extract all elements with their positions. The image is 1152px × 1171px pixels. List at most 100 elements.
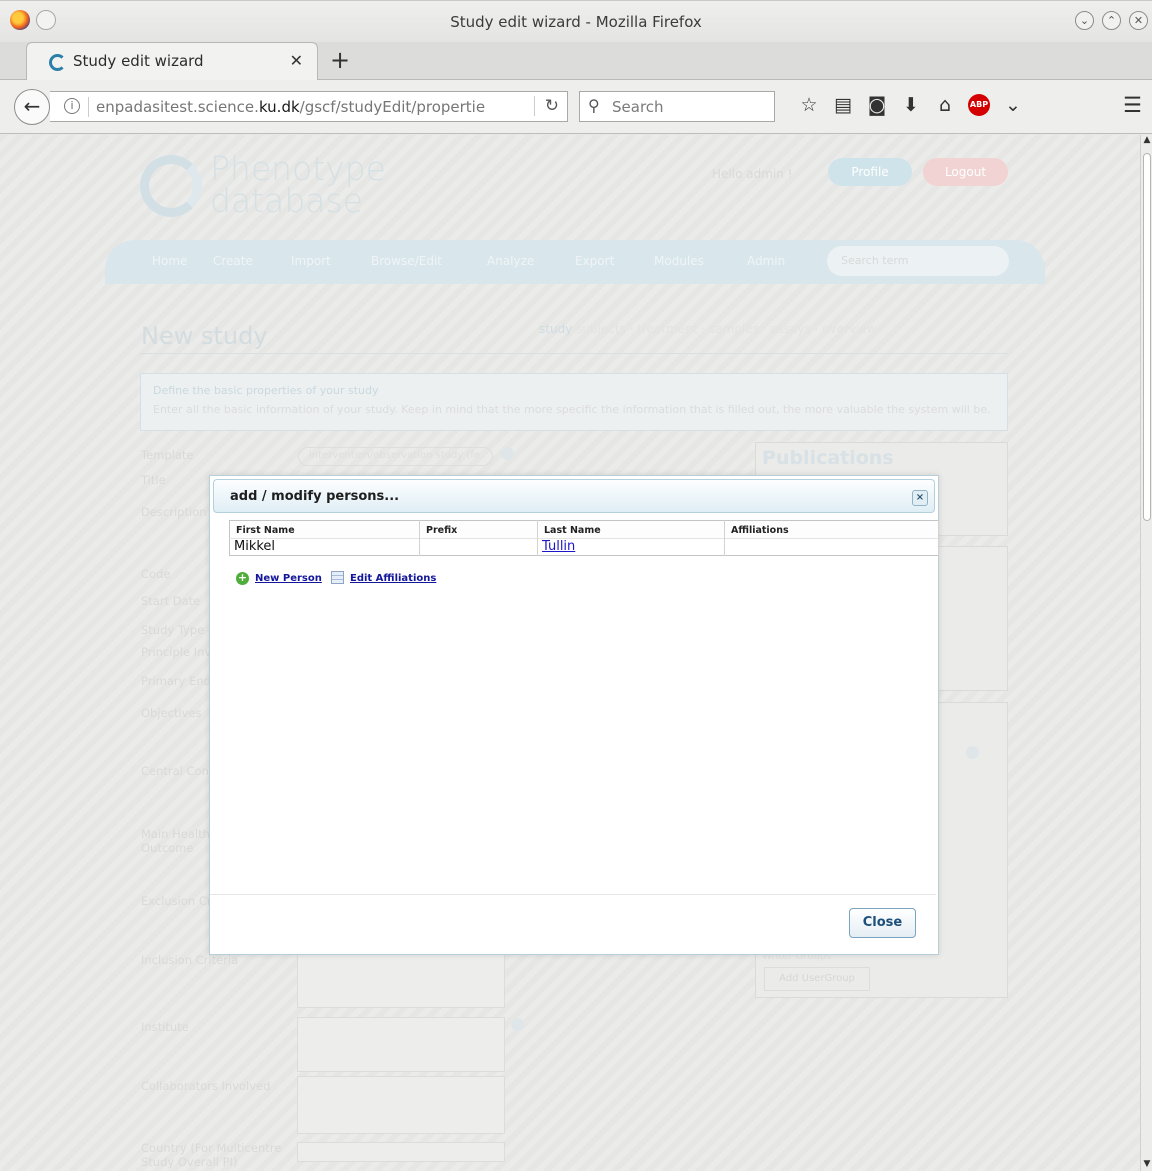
- label-objectives: Objectives: [141, 706, 202, 720]
- bookmark-star-icon[interactable]: ☆: [792, 94, 826, 116]
- collaborators-field[interactable]: [297, 1076, 505, 1134]
- table-row[interactable]: Mikkel Tullin: [229, 538, 939, 556]
- table-header-row: First Name Prefix Last Name Affiliations: [229, 520, 939, 539]
- groups-help-icon[interactable]: [966, 746, 979, 759]
- home-icon[interactable]: ⌂: [928, 94, 962, 116]
- search-placeholder: Search: [612, 98, 664, 116]
- label-start-date: Start Date: [141, 594, 201, 608]
- nav-item-import[interactable]: Import: [291, 254, 331, 268]
- navigation-toolbar: i enpadasitest.science.ku.dk/gscf/studyE…: [0, 80, 1152, 134]
- nav-item-home[interactable]: Home: [152, 254, 187, 268]
- page-scrollbar[interactable]: ▲ ▼: [1140, 135, 1152, 1171]
- back-button[interactable]: ←: [14, 89, 50, 125]
- info-text: Enter all the basic information of your …: [153, 403, 991, 416]
- tab-close-icon[interactable]: ✕: [290, 51, 303, 70]
- column-affiliations[interactable]: Affiliations: [724, 520, 939, 539]
- minimize-icon[interactable]: ⌄: [1075, 11, 1094, 30]
- site-search-input[interactable]: Search term: [827, 246, 1009, 276]
- window-controls: ⌄ ⌃ ✕: [1075, 11, 1148, 30]
- label-collaborators: Collaborators Involved: [141, 1079, 271, 1093]
- main-health-line-2: Outcome: [141, 841, 194, 855]
- nav-item-analyze[interactable]: Analyze: [487, 254, 534, 268]
- label-title: Title: [141, 473, 166, 487]
- label-template: Template: [141, 448, 194, 462]
- search-icon: ⚲: [588, 96, 600, 115]
- info-box: Define the basic properties of your stud…: [140, 373, 1008, 431]
- profile-button[interactable]: Profile: [828, 158, 912, 186]
- main-health-line-1: Main Health: [141, 827, 210, 841]
- nav-item-export[interactable]: Export: [575, 254, 614, 268]
- tab-study-edit-wizard[interactable]: Study edit wizard ✕: [26, 42, 318, 80]
- window-title: Study edit wizard - Mozilla Firefox: [450, 13, 702, 31]
- label-institute: Institute: [141, 1020, 189, 1034]
- url-separator: [88, 97, 89, 117]
- country-field[interactable]: [297, 1142, 505, 1162]
- main-navigation: Home Create Import Browse/Edit Analyze E…: [105, 240, 1045, 284]
- wizard-steps: study subjects · treatment · samples · a…: [539, 322, 877, 336]
- page-viewport: Phenotype database Hello admin ! Profile…: [0, 135, 1140, 1171]
- adblock-dropdown-icon[interactable]: ⌄: [996, 94, 1030, 116]
- label-code: Code: [141, 567, 171, 581]
- url-text[interactable]: enpadasitest.science.ku.dk/gscf/studyEdi…: [96, 98, 485, 116]
- label-exclusion-criteria: Exclusion Cr: [141, 894, 212, 908]
- close-button[interactable]: Close: [849, 908, 916, 938]
- column-first-name[interactable]: First Name: [229, 520, 420, 539]
- step-rest[interactable]: subjects · treatment · samples · assays …: [576, 322, 877, 336]
- label-study-type: Study Type: [141, 623, 205, 637]
- logout-button[interactable]: Logout: [923, 158, 1008, 186]
- add-person-icon[interactable]: +: [236, 572, 249, 585]
- persons-dialog: add / modify persons... × First Name Pre…: [209, 475, 939, 955]
- edit-affiliations-link[interactable]: Edit Affiliations: [350, 573, 436, 584]
- cell-first-name: Mikkel: [229, 538, 420, 556]
- label-inclusion-criteria: Inclusion Criteria: [141, 953, 239, 967]
- nav-item-create[interactable]: Create: [213, 254, 253, 268]
- hamburger-menu-icon[interactable]: ☰: [1123, 93, 1142, 117]
- bookmarks-library-icon[interactable]: ▤: [826, 94, 860, 116]
- column-last-name[interactable]: Last Name: [537, 520, 725, 539]
- persons-table: First Name Prefix Last Name Affiliations…: [229, 520, 939, 556]
- phenotype-logo-icon: [140, 155, 202, 217]
- site-info-icon[interactable]: i: [64, 98, 80, 114]
- label-country: Country (For Multicentre Study Overall P…: [141, 1141, 281, 1169]
- add-usergroup-button[interactable]: Add UserGroup: [764, 967, 870, 991]
- logo-line-2: database: [210, 181, 363, 220]
- scroll-up-icon[interactable]: ▲: [1141, 135, 1152, 145]
- scroll-down-icon[interactable]: ▼: [1141, 1159, 1152, 1169]
- scrollbar-thumb[interactable]: [1143, 153, 1151, 521]
- url-bar[interactable]: i enpadasitest.science.ku.dk/gscf/studyE…: [50, 91, 568, 122]
- site-favicon-icon: [49, 54, 66, 71]
- info-title: Define the basic properties of your stud…: [153, 384, 379, 397]
- label-central-concept: Central Con: [141, 764, 209, 778]
- new-person-link[interactable]: New Person: [255, 573, 322, 584]
- affiliations-table-icon[interactable]: [331, 571, 344, 584]
- publications-title: Publications: [762, 447, 894, 469]
- downloads-icon[interactable]: ⬇: [894, 94, 928, 116]
- column-prefix[interactable]: Prefix: [419, 520, 538, 539]
- pocket-icon[interactable]: ◙: [860, 94, 894, 116]
- window-titlebar: Study edit wizard - Mozilla Firefox ⌄ ⌃ …: [0, 0, 1152, 42]
- country-line-1: Country (For Multicentre: [141, 1141, 282, 1155]
- reload-icon[interactable]: ↻: [533, 96, 559, 116]
- dialog-footer-divider: [210, 894, 936, 895]
- country-line-2: Study Overall PI): [141, 1155, 238, 1169]
- heading-divider: [140, 353, 1008, 354]
- label-description: Description: [141, 505, 207, 519]
- maximize-icon[interactable]: ⌃: [1102, 11, 1121, 30]
- nav-item-admin[interactable]: Admin: [747, 254, 785, 268]
- person-link[interactable]: Tullin: [542, 539, 575, 554]
- adblock-plus-icon[interactable]: ABP: [968, 94, 990, 116]
- site-logo-text: Phenotype database: [210, 152, 386, 220]
- dialog-close-icon[interactable]: ×: [912, 490, 928, 506]
- close-window-icon[interactable]: ✕: [1129, 11, 1148, 30]
- nav-item-browse-edit[interactable]: Browse/Edit: [371, 254, 442, 268]
- inclusion-criteria-field[interactable]: [297, 950, 505, 1008]
- institute-help-icon[interactable]: [511, 1018, 524, 1031]
- search-bar[interactable]: ⚲ Search: [579, 91, 775, 122]
- new-tab-button[interactable]: +: [330, 46, 350, 74]
- nav-item-modules[interactable]: Modules: [654, 254, 704, 268]
- help-icon[interactable]: [501, 447, 514, 460]
- tab-label: Study edit wizard: [73, 52, 204, 70]
- institute-field[interactable]: [297, 1017, 505, 1072]
- step-study[interactable]: study: [539, 322, 572, 336]
- template-select[interactable]: intervention/observation study (fe: [298, 447, 493, 466]
